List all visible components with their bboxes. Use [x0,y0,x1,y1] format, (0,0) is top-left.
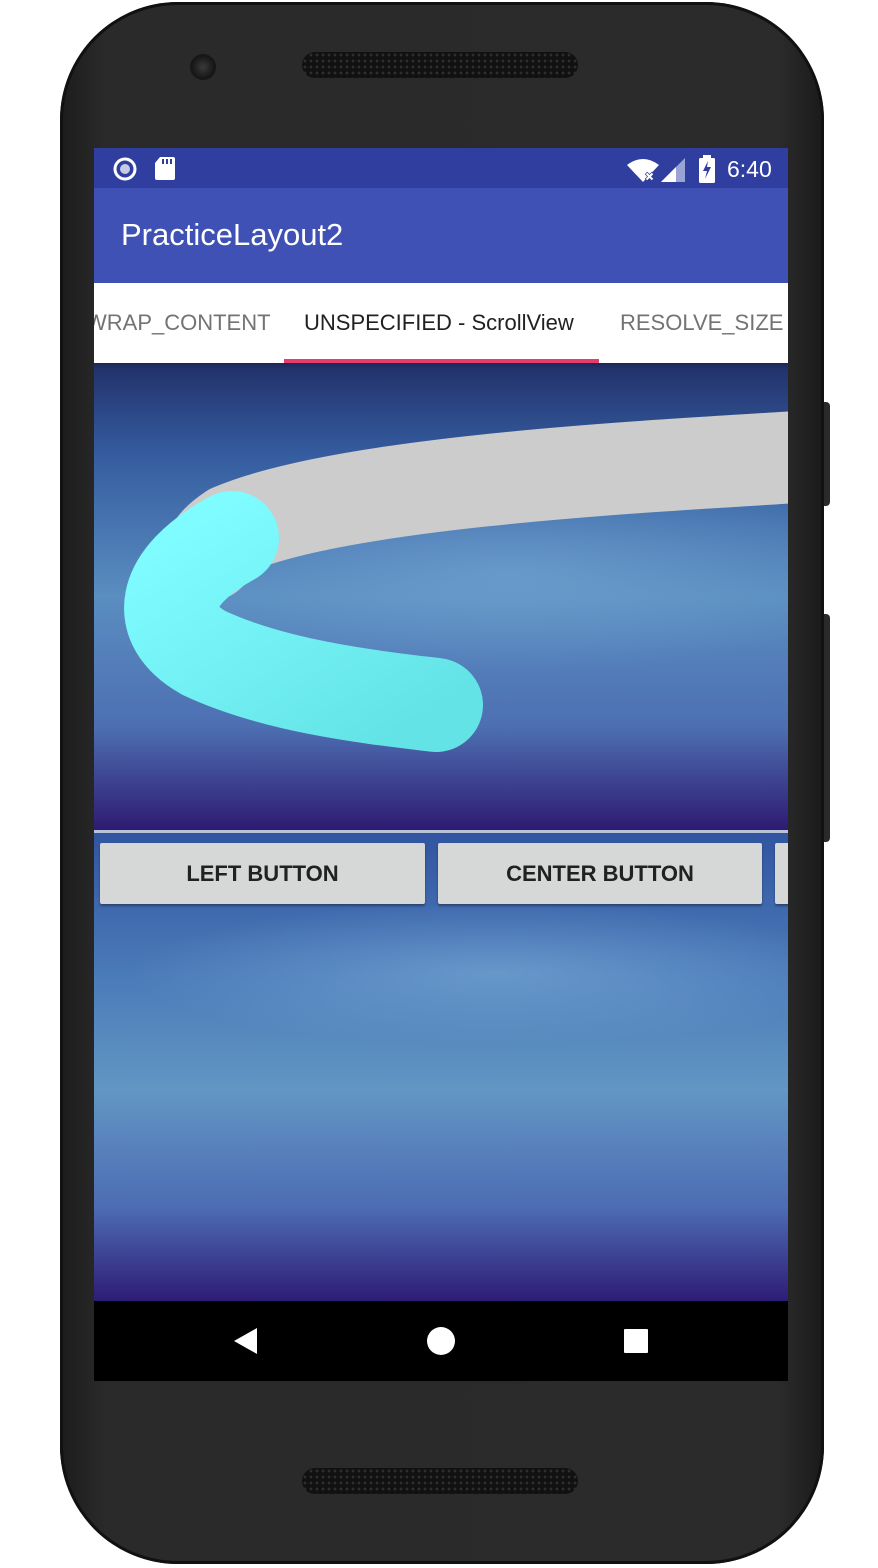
front-camera [190,54,216,80]
top-speaker-grille [302,52,578,78]
home-button[interactable] [401,1301,481,1381]
recents-icon [624,1329,648,1353]
tab-wrap-content[interactable]: WRAP_CONTENT [94,283,271,363]
back-button[interactable] [205,1301,285,1381]
bottom-speaker-grille [302,1468,578,1494]
sd-card-icon [155,157,175,180]
status-time: 6:40 [727,156,772,182]
status-bar: 6:40 [94,148,788,188]
right-button-partial[interactable] [775,843,788,904]
lower-background: LEFT BUTTON CENTER BUTTON [94,833,788,1301]
wifi-icon [627,159,659,182]
cell-signal-icon [661,158,685,182]
tab-bar[interactable]: WRAP_CONTENT UNSPECIFIED - ScrollView RE… [94,283,788,363]
left-button[interactable]: LEFT BUTTON [100,843,425,904]
app-title: PracticeLayout2 [121,217,344,252]
custom-drawing-view [94,363,788,830]
device-screen: 6:40 PracticeLayout2 WRAP_CONTENT UNSPEC… [94,148,788,1381]
circle-notification-icon [113,157,137,181]
center-button[interactable]: CENTER BUTTON [438,843,762,904]
power-button [824,402,830,506]
navigation-bar [94,1301,788,1381]
arc-drawing [124,411,788,752]
scroll-content[interactable]: LEFT BUTTON CENTER BUTTON [94,363,788,1301]
tab-resolve-size[interactable]: RESOLVE_SIZE [620,283,783,363]
selected-tab-indicator [284,359,599,363]
home-icon [427,1327,455,1355]
recents-button[interactable] [596,1301,676,1381]
tab-unspecified-scrollview[interactable]: UNSPECIFIED - ScrollView [304,283,574,363]
app-bar: PracticeLayout2 [94,188,788,283]
back-icon [234,1328,257,1354]
battery-charging-icon [699,155,715,183]
cyan-arc [124,491,483,752]
volume-button [824,614,830,842]
gray-arc [163,411,788,601]
